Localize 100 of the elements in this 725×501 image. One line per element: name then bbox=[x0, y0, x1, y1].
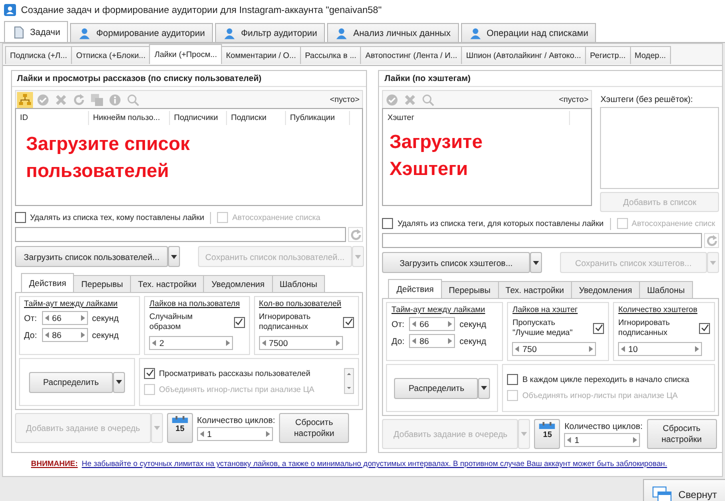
arrow-left-icon[interactable] bbox=[200, 431, 204, 437]
number-spin-field[interactable]: 7500 bbox=[258, 336, 343, 350]
settings-tab[interactable]: Шаблоны bbox=[272, 275, 326, 292]
arrow-left-icon[interactable] bbox=[45, 315, 49, 321]
arrow-left-icon[interactable] bbox=[567, 437, 572, 443]
number-spin-field[interactable]: 1 bbox=[197, 427, 273, 441]
calendar-button[interactable]: 15 bbox=[534, 419, 560, 449]
settings-tab[interactable]: Действия bbox=[21, 273, 74, 292]
column-header[interactable]: Публикации bbox=[286, 111, 350, 125]
arrow-right-icon[interactable] bbox=[695, 346, 700, 352]
number-spin-field[interactable]: 10 bbox=[618, 342, 702, 356]
main-tab[interactable]: Анализ личных данных bbox=[327, 23, 459, 42]
file-path-field[interactable] bbox=[382, 233, 702, 248]
dropdown-button[interactable] bbox=[530, 252, 542, 273]
calendar-button[interactable]: 15 bbox=[167, 413, 193, 443]
settings-tab[interactable]: Шаблоны bbox=[639, 281, 693, 298]
column-header[interactable]: ID bbox=[16, 111, 89, 125]
arrow-right-icon[interactable] bbox=[81, 332, 85, 338]
info-icon[interactable] bbox=[109, 94, 121, 106]
task-tab[interactable]: Модер... bbox=[630, 46, 671, 64]
file-path-field[interactable] bbox=[15, 227, 346, 242]
search-icon[interactable] bbox=[422, 94, 434, 106]
main-tab[interactable]: Фильтр аудитории bbox=[214, 23, 326, 42]
settings-tab[interactable]: Уведомления bbox=[203, 275, 273, 292]
arrow-right-icon[interactable] bbox=[589, 346, 594, 352]
main-tab[interactable]: Формирование аудитории bbox=[70, 23, 213, 42]
load-list-button[interactable]: Загрузить список хэштегов... bbox=[382, 252, 530, 273]
task-tab[interactable]: Автопостинг (Лента / И... bbox=[360, 46, 462, 64]
number-spin-field[interactable]: 66 bbox=[409, 317, 456, 331]
dropdown-button[interactable] bbox=[478, 378, 490, 398]
arrow-right-icon[interactable] bbox=[448, 338, 452, 344]
check-icon[interactable] bbox=[37, 94, 49, 106]
checkbox[interactable] bbox=[382, 218, 394, 229]
arrow-left-icon[interactable] bbox=[152, 340, 156, 346]
refresh-icon[interactable] bbox=[73, 94, 85, 106]
task-tab[interactable]: Подписка (+Л... bbox=[5, 46, 72, 64]
reset-settings-button[interactable]: Сбросить настройки bbox=[646, 419, 717, 449]
field-label: До: bbox=[391, 336, 406, 346]
copy-icon[interactable] bbox=[91, 94, 103, 106]
checkbox[interactable] bbox=[234, 316, 245, 328]
arrow-left-icon[interactable] bbox=[262, 340, 266, 346]
number-spin-field[interactable]: 1 bbox=[564, 433, 640, 447]
task-tab[interactable]: Регистр... bbox=[585, 46, 631, 64]
arrow-left-icon[interactable] bbox=[412, 321, 416, 327]
checkbox[interactable] bbox=[699, 322, 710, 334]
settings-tab[interactable]: Тех. настройки bbox=[130, 275, 204, 292]
checkbox[interactable] bbox=[144, 368, 156, 378]
settings-tab[interactable]: Уведомления bbox=[570, 281, 640, 298]
search-icon[interactable] bbox=[127, 94, 139, 106]
number-spin-field[interactable]: 750 bbox=[512, 342, 596, 356]
task-tab[interactable]: Шпион (Автолайкинг / Автоко... bbox=[461, 46, 586, 64]
distribute-button[interactable]: Распределить bbox=[394, 378, 478, 398]
arrow-left-icon[interactable] bbox=[515, 346, 520, 352]
task-tab[interactable]: Рассылка в ... bbox=[300, 46, 362, 64]
main-tab[interactable]: Операции над списками bbox=[460, 23, 596, 42]
refresh-icon[interactable] bbox=[348, 227, 364, 242]
number-spin-field[interactable]: 86 bbox=[42, 328, 88, 342]
settings-tab[interactable]: Действия bbox=[388, 279, 442, 298]
arrow-left-icon[interactable] bbox=[412, 338, 416, 344]
minimize-button[interactable]: Свернут bbox=[643, 479, 725, 501]
unit-label: секунд bbox=[459, 336, 486, 346]
main-tab[interactable]: Задачи bbox=[4, 21, 68, 42]
tree-icon[interactable] bbox=[19, 94, 31, 106]
arrow-right-icon[interactable] bbox=[266, 431, 270, 437]
task-tab[interactable]: Лайки (+Просм... bbox=[149, 44, 222, 64]
arrow-left-icon[interactable] bbox=[621, 346, 626, 352]
distribute-button[interactable]: Распределить bbox=[29, 372, 113, 392]
reset-settings-button[interactable]: Сбросить настройки bbox=[279, 413, 350, 443]
refresh-icon[interactable] bbox=[704, 233, 719, 248]
column-header[interactable]: Подписки bbox=[227, 111, 286, 125]
checkbox[interactable] bbox=[507, 374, 518, 384]
arrow-right-icon[interactable] bbox=[81, 315, 85, 321]
checkbox[interactable] bbox=[343, 316, 354, 328]
number-spin-field[interactable]: 86 bbox=[409, 334, 456, 348]
arrow-right-icon[interactable] bbox=[448, 321, 452, 327]
dropdown-button[interactable] bbox=[168, 246, 180, 267]
arrow-left-icon[interactable] bbox=[45, 332, 49, 338]
arrow-right-icon[interactable] bbox=[633, 437, 638, 443]
task-tab[interactable]: Комментарии / О... bbox=[220, 46, 301, 64]
arrow-right-icon[interactable] bbox=[336, 340, 340, 346]
check-icon[interactable] bbox=[386, 94, 398, 106]
delete-icon[interactable] bbox=[404, 94, 416, 106]
delete-icon[interactable] bbox=[55, 94, 67, 106]
load-list-button[interactable]: Загрузить список пользователей... bbox=[15, 246, 168, 267]
number-spin-field[interactable]: 66 bbox=[42, 311, 88, 325]
arrow-right-icon[interactable] bbox=[226, 340, 230, 346]
task-tab[interactable]: Отписка (+Блоки... bbox=[71, 46, 150, 64]
column-header[interactable]: Никнейм пользо... bbox=[89, 111, 170, 125]
scrollbar-drawing[interactable] bbox=[344, 368, 354, 394]
number-spin-field[interactable]: 2 bbox=[149, 336, 234, 350]
checkbox[interactable] bbox=[15, 212, 26, 223]
hashtag-input-field[interactable] bbox=[600, 107, 719, 189]
column-header[interactable]: Подписчики bbox=[170, 111, 227, 125]
settings-tab[interactable]: Перерывы bbox=[440, 281, 498, 298]
dropdown-button[interactable] bbox=[113, 372, 125, 392]
checkbox[interactable] bbox=[593, 322, 604, 334]
column-header[interactable]: Хэштег bbox=[383, 111, 570, 125]
cycles-label: Количество циклов: bbox=[564, 421, 643, 431]
settings-tab[interactable]: Тех. настройки bbox=[498, 281, 572, 298]
settings-tab[interactable]: Перерывы bbox=[73, 275, 132, 292]
